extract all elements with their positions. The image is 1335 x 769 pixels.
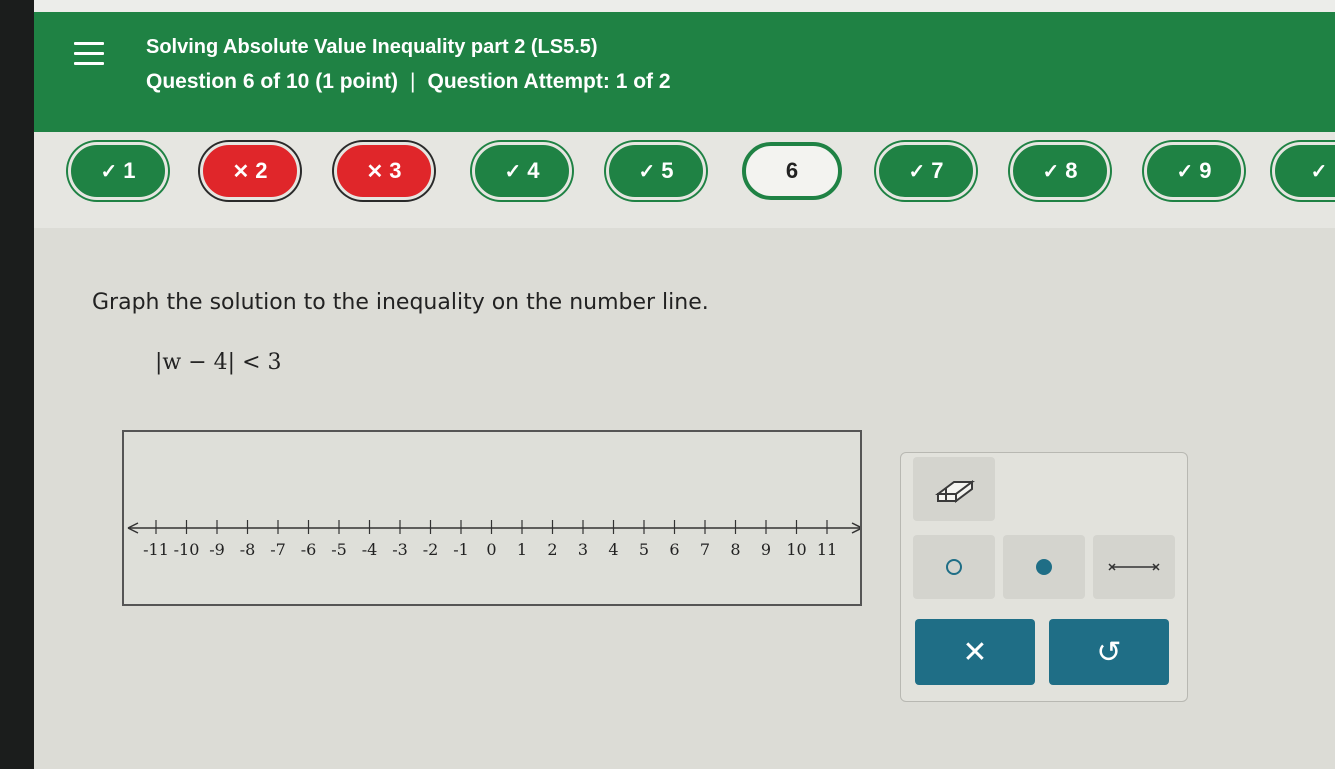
question-nav-item-9[interactable]: ✓ 9 xyxy=(1144,142,1244,200)
tick-label: 4 xyxy=(608,540,618,559)
question-nav-item-6[interactable]: 6 xyxy=(742,142,842,200)
check-icon: ✓ xyxy=(1310,160,1328,183)
tick-label: -3 xyxy=(392,540,408,559)
tick-label: -2 xyxy=(423,540,439,559)
tick-label: 10 xyxy=(786,540,806,559)
check-icon: ✓ xyxy=(1176,160,1194,183)
assignment-title: Solving Absolute Value Inequality part 2… xyxy=(146,36,598,58)
tick-label: 8 xyxy=(730,540,740,559)
check-icon: ✓ xyxy=(908,160,926,183)
undo-button[interactable]: ↺ xyxy=(1049,619,1169,685)
tick-label: 1 xyxy=(517,540,527,559)
undo-icon: ↺ xyxy=(1096,635,1122,669)
question-nav-label: 4 xyxy=(527,158,540,183)
question-nav-label: 3 xyxy=(389,158,402,183)
x-icon: ✕ xyxy=(366,160,384,183)
tick-label: 11 xyxy=(817,540,837,559)
question-number: Question 6 of 10 (1 point) xyxy=(146,70,399,93)
question-nav-item-3[interactable]: ✕ 3 xyxy=(334,142,434,200)
hamburger-menu-icon[interactable] xyxy=(74,42,104,66)
question-nav-label: 5 xyxy=(661,158,674,183)
question-nav-item-2[interactable]: ✕ 2 xyxy=(200,142,300,200)
tick-label: 5 xyxy=(639,540,649,559)
open-circle-icon xyxy=(946,559,962,575)
tick-label: -9 xyxy=(209,540,225,559)
question-nav-label: 1 xyxy=(123,158,136,183)
eraser-icon xyxy=(935,480,975,503)
question-nav-label: 6 xyxy=(785,158,799,183)
question-nav-item-next[interactable]: ✓ xyxy=(1272,142,1335,200)
tick-label: -4 xyxy=(362,540,378,559)
question-nav-label: 7 xyxy=(931,158,944,183)
tick-label: 6 xyxy=(669,540,679,559)
tick-label: -11 xyxy=(143,540,169,559)
header-separator: | xyxy=(410,70,416,93)
question-nav-item-8[interactable]: ✓ 8 xyxy=(1010,142,1110,200)
open-dot-tool-button[interactable] xyxy=(913,535,995,599)
tick-label: -6 xyxy=(301,540,317,559)
tick-label: 3 xyxy=(578,540,588,559)
tick-label: -7 xyxy=(270,540,286,559)
check-icon: ✓ xyxy=(638,160,656,183)
tick-label: 0 xyxy=(486,540,496,559)
x-icon: ✕ xyxy=(232,160,250,183)
question-nav-item-4[interactable]: ✓ 4 xyxy=(472,142,572,200)
segment-tool-button[interactable] xyxy=(1093,535,1175,599)
question-navigation: ✓ 1 ✕ 2 ✕ 3 ✓ 4 ✓ 5 6 ✓ 7 ✓ 8 ✓ 9 ✓ xyxy=(34,132,1335,228)
question-nav-label: 2 xyxy=(255,158,268,183)
close-icon: ✕ xyxy=(962,635,988,669)
question-nav-item-1[interactable]: ✓ 1 xyxy=(68,142,168,200)
check-icon: ✓ xyxy=(100,160,118,183)
question-nav-item-5[interactable]: ✓ 5 xyxy=(606,142,706,200)
assignment-header: Solving Absolute Value Inequality part 2… xyxy=(34,12,1335,132)
check-icon: ✓ xyxy=(504,160,522,183)
tick-label: -5 xyxy=(331,540,347,559)
clear-button[interactable]: ✕ xyxy=(915,619,1035,685)
tick-label: -1 xyxy=(453,540,469,559)
eraser-tool-button[interactable] xyxy=(913,457,995,521)
segment-tool-icon xyxy=(1108,563,1160,571)
question-prompt: Graph the solution to the inequality on … xyxy=(92,290,709,315)
question-info: Question 6 of 10 (1 point) | Question Atte… xyxy=(146,70,671,94)
question-nav-item-7[interactable]: ✓ 7 xyxy=(876,142,976,200)
check-icon: ✓ xyxy=(1042,160,1060,183)
number-line[interactable]: -11 -10 -9 -8 -7 -6 -5 -4 -3 -2 -1 0 1 2 3 4 5 6 7 8 9 10 11 xyxy=(124,432,860,604)
closed-circle-icon xyxy=(1036,559,1052,575)
question-nav-label: 9 xyxy=(1199,158,1212,183)
tick-label: -8 xyxy=(240,540,256,559)
tick-label: 2 xyxy=(547,540,557,559)
tick-label: -10 xyxy=(174,540,200,559)
number-line-graph-area[interactable]: -11 -10 -9 -8 -7 -6 -5 -4 -3 -2 -1 0 1 2 3 4 5 6 7 8 9 10 11 xyxy=(122,430,862,606)
attempt-counter: Question Attempt: 1 of 2 xyxy=(427,70,671,93)
tick-label: 9 xyxy=(761,540,771,559)
closed-dot-tool-button[interactable] xyxy=(1003,535,1085,599)
tick-label: 7 xyxy=(700,540,710,559)
question-nav-label: 8 xyxy=(1065,158,1078,183)
graph-tool-panel: ✕ ↺ xyxy=(900,452,1188,702)
screen-bezel xyxy=(0,0,34,769)
inequality-expression: |w − 4| < 3 xyxy=(155,350,282,375)
